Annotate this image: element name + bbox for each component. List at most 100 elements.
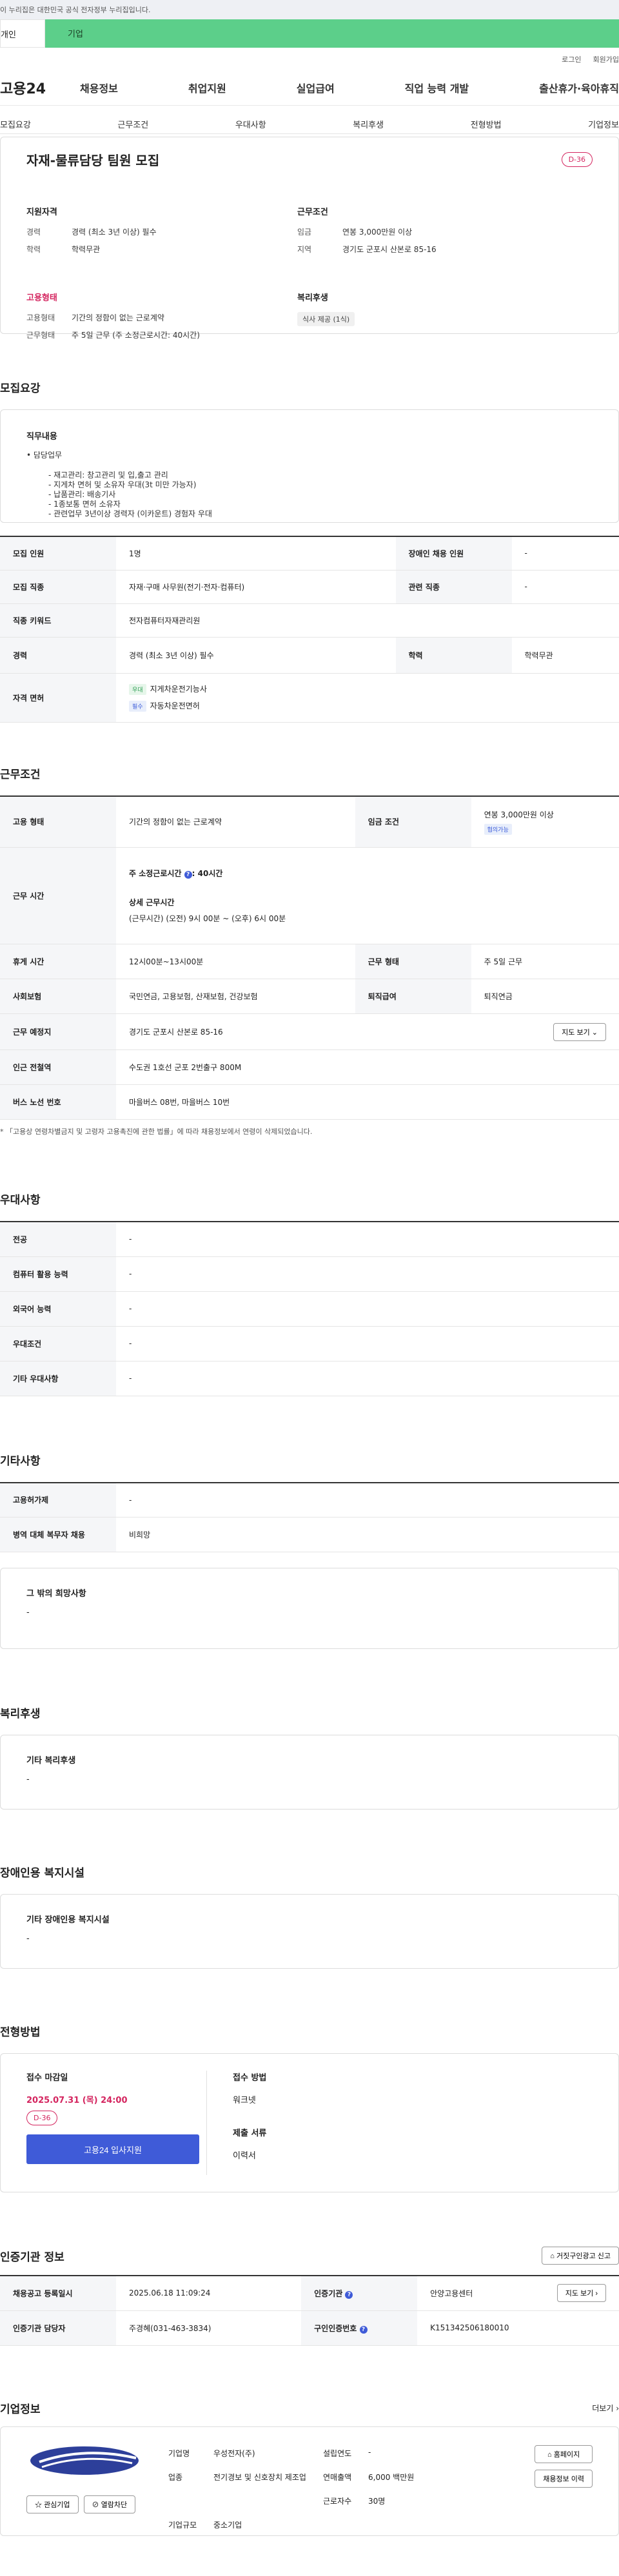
- row-value: 비희망: [116, 1517, 619, 1552]
- row-label: 경력: [0, 637, 116, 674]
- row-label: 장애인 채용 인원: [395, 536, 512, 571]
- gnb-item-leave[interactable]: 출산휴가·육아휴직: [539, 80, 619, 95]
- row-value: 12시00분~13시00분: [116, 944, 355, 979]
- homepage-button[interactable]: ⌂ 홈페이지: [535, 2444, 593, 2463]
- row-label: 전공: [0, 1222, 116, 1257]
- welfare-section: 복리후생 기타 복리후생 -: [0, 1704, 619, 1810]
- info-icon[interactable]: ?: [359, 2325, 368, 2334]
- conditions-section: 근무조건 고용 형태 기간의 정함이 없는 근로계약 임금 조건 연봉 3,000만…: [0, 765, 619, 1137]
- edu-label: 학력: [26, 245, 41, 254]
- subnav-preference[interactable]: 우대사항: [235, 118, 266, 130]
- wage-label: 임금: [297, 228, 312, 237]
- preference-section: 우대사항 전공 - 컴퓨터 활용 능력 - 외국어 능력 - 우대조건 - 기타 우대사…: [0, 1191, 619, 1396]
- employment-block: 고용형태 고용형태 기간의 정함이 없는 근로계약 근무형태 주 5일 근무 (주 …: [26, 291, 271, 347]
- row-value: 자재·구매 사무원(전기·전자·컴퓨터): [116, 570, 396, 604]
- subnav-welfare[interactable]: 복리후생: [353, 118, 384, 130]
- agency-table: 채용공고 등록일시 2025.06.18 11:09:24 인증기관 ? 안양고용센…: [0, 2275, 619, 2346]
- work-form-label: 근무형태: [26, 331, 55, 340]
- row-label: 고용 형태: [0, 795, 116, 848]
- age-note: * 「고용상 연령차별금지 및 고령자 고용촉진에 관한 법률」에 따라 채용정…: [0, 1127, 313, 1136]
- duty-line: - 재고관리: 창고관리 및 입,출고 관리: [48, 471, 168, 480]
- agency-map-button[interactable]: 지도 보기 ›: [556, 2284, 606, 2303]
- duty-line: - 1종보통 면허 소유자: [48, 500, 121, 509]
- tab-company[interactable]: 기업: [45, 19, 619, 48]
- subnav-conditions[interactable]: 근무조건: [117, 118, 148, 130]
- employment-title: 고용형태: [26, 293, 57, 303]
- method-title: 접수 방법: [233, 2073, 267, 2083]
- wish-box: 그 밖의 희망사항 -: [0, 1568, 619, 1649]
- recruit-section: 모집요강 직무내용 • 담당업무 - 재고관리: 창고관리 및 입,출고 관리 …: [0, 379, 619, 723]
- more-link[interactable]: 더보기 ›: [592, 2403, 619, 2414]
- row-value: -: [116, 1291, 619, 1327]
- chevron-down-icon: ⌄: [591, 1028, 598, 1037]
- util-links: 로그인 회원가입: [0, 48, 619, 70]
- block-button[interactable]: ⊘ 열람차단: [83, 2495, 136, 2513]
- duty-line: • 담당업무: [26, 451, 63, 460]
- site-logo[interactable]: 고용24: [0, 77, 70, 98]
- gnb-item-jobs[interactable]: 채용정보: [80, 80, 118, 95]
- region-value: 경기도 군포시 산본로 85-16: [342, 245, 437, 254]
- gnb-item-benefits[interactable]: 실업급여: [297, 80, 335, 95]
- row-label: 버스 노선 번호: [0, 1084, 116, 1120]
- row-value: K151342506180010: [417, 2310, 619, 2346]
- subnav-recruit[interactable]: 모집요강: [0, 118, 31, 130]
- welfare-box: 기타 복리후생 -: [0, 1735, 619, 1810]
- company-box: ☆ 관심기업 ⊘ 열람차단 기업명 우성전자(주) 설립연도 - 업종 전기경보 및 …: [0, 2426, 619, 2536]
- login-link[interactable]: 로그인: [562, 54, 581, 70]
- block-icon: ⊘: [92, 2501, 99, 2509]
- recruit-table: 모집 인원 1명 장애인 채용 인원 - 모집 직종 자재·구매 사무원(전기·전자·컴…: [0, 536, 619, 723]
- row-label: 고용허가제: [0, 1482, 116, 1517]
- row-value: -: [511, 536, 619, 571]
- duty-title: 직무내용: [26, 432, 57, 442]
- wage-value: 연봉 3,000만원 이상: [342, 228, 413, 237]
- company-value: -: [368, 2447, 371, 2457]
- row-label: 병역 대체 복무자 채용: [0, 1517, 116, 1552]
- docs-title: 제출 서류: [233, 2129, 267, 2138]
- gnb-item-training[interactable]: 직업 능력 개발: [405, 80, 469, 95]
- star-icon: ☆: [35, 2501, 42, 2509]
- row-label: 인증기관 ?: [301, 2276, 418, 2311]
- weekly-hours-label: 주 소정근로시간: [129, 869, 182, 878]
- gnb-item-support[interactable]: 취업지원: [188, 80, 226, 95]
- job-title: 자재-물류담당 팀원 모집: [26, 153, 160, 168]
- detail-hours-label: 상세 근무시간: [129, 898, 175, 907]
- dday-badge: D-36: [561, 152, 593, 167]
- tab-personal[interactable]: 개인: [0, 19, 45, 48]
- row-value: 국민연금, 고용보험, 산재보험, 건강보험: [116, 979, 355, 1014]
- license-list: 우대 지게차운전기능사 필수 자동차운전면허: [116, 673, 619, 723]
- dday-badge: D-36: [26, 2111, 58, 2125]
- row-value: 전자컴퓨터자재관리원: [116, 603, 619, 638]
- map-button[interactable]: 지도 보기 ⌄: [553, 1022, 606, 1041]
- preference-table: 전공 - 컴퓨터 활용 능력 - 외국어 능력 - 우대조건 - 기타 우대사항 -: [0, 1221, 619, 1396]
- disabled-title: 장애인용 복지시설: [0, 1867, 85, 1880]
- info-icon[interactable]: ?: [345, 2290, 353, 2299]
- career-value: 경력 (최소 3년 이상) 필수: [72, 228, 157, 237]
- signup-link[interactable]: 회원가입: [593, 54, 619, 70]
- welfare-title: 복리후생: [0, 1708, 41, 1721]
- subnav-selection[interactable]: 전형방법: [471, 118, 502, 130]
- emp-type-value: 기간의 정함이 없는 근로계약: [72, 313, 164, 322]
- row-value: -: [116, 1361, 619, 1396]
- apply-button[interactable]: 고용24 입사지원: [26, 2134, 199, 2164]
- info-icon[interactable]: ?: [184, 871, 192, 879]
- selection-box: 접수 마감일 2025.07.31 (목) 24:00 D-36 고용24 입사…: [0, 2053, 619, 2192]
- row-label: 관련 직종: [395, 570, 512, 604]
- favorite-button[interactable]: ☆ 관심기업: [26, 2495, 79, 2513]
- disabled-section: 장애인용 복지시설 기타 장애인용 복지시설 -: [0, 1864, 619, 1969]
- row-value: 2025.06.18 11:09:24: [116, 2276, 302, 2311]
- job-history-button[interactable]: 채용정보 이력: [535, 2469, 593, 2488]
- section-subnav: 모집요강 근무조건 우대사항 복리후생 전형방법 기업정보: [0, 115, 619, 134]
- qualification-title: 지원자격: [26, 208, 57, 217]
- report-button[interactable]: ⌂ 거짓구인광고 신고: [542, 2247, 619, 2265]
- row-value: -: [116, 1256, 619, 1292]
- wish-value: -: [26, 1608, 30, 1617]
- row-label: 인증기관 담당자: [0, 2310, 116, 2346]
- company-value: 30명: [368, 2496, 386, 2506]
- duty-line: - 지게차 면허 및 소유자 우대(3t 미만 가능자): [48, 480, 197, 489]
- job-summary-card: 자재-물류담당 팀원 모집 D-36 지원자격 경력 경력 (최소 3년 이상) …: [0, 137, 619, 340]
- conditions-table: 고용 형태 기간의 정함이 없는 근로계약 임금 조건 연봉 3,000만원 이상 협…: [0, 795, 619, 1120]
- company-label: 연매출액: [323, 2472, 352, 2482]
- work-form-value: 주 5일 근무 (주 소정근로시간: 40시간): [72, 331, 200, 340]
- row-value: 1명: [116, 536, 396, 571]
- subnav-company[interactable]: 기업정보: [588, 118, 619, 130]
